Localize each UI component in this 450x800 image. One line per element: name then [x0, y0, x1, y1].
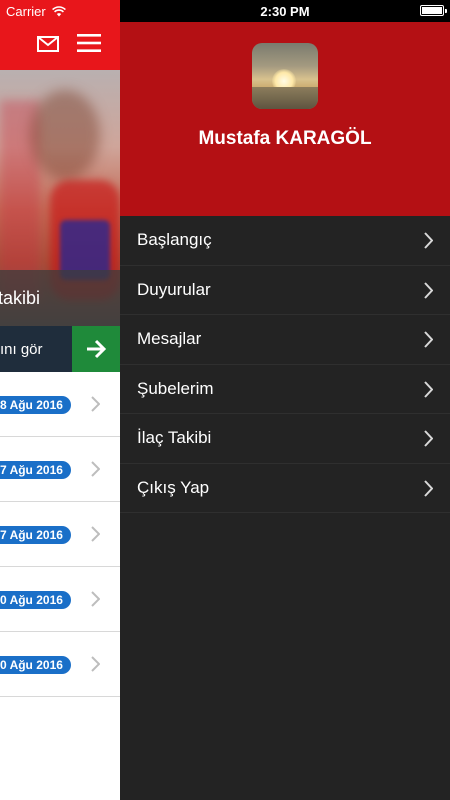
- chevron-right-icon: [424, 479, 433, 497]
- chevron-right-icon: [91, 591, 100, 607]
- app-header: [0, 22, 120, 70]
- chevron-right-icon: [91, 656, 100, 672]
- notice-row[interactable]: 7 Ağu 2016: [0, 437, 120, 502]
- hamburger-menu-icon[interactable]: [77, 34, 101, 52]
- status-bar-right: 2:30 PM: [120, 0, 450, 22]
- menu-item-label: İlaç Takibi: [137, 428, 212, 448]
- arrow-right-icon: [87, 339, 107, 359]
- date-badge: 7 Ağu 2016: [0, 461, 71, 479]
- notice-row[interactable]: 0 Ağu 2016: [0, 632, 120, 697]
- menu-item-logout[interactable]: Çıkış Yap: [120, 464, 450, 513]
- menu-item-branches[interactable]: Şubelerim: [120, 365, 450, 414]
- date-badge: 0 Ağu 2016: [0, 591, 71, 609]
- user-name: Mustafa KARAGÖL: [198, 128, 372, 149]
- menu-item-label: Başlangıç: [137, 230, 212, 250]
- date-badge: 8 Ağu 2016: [0, 396, 71, 414]
- chevron-right-icon: [424, 430, 433, 447]
- notice-row[interactable]: 8 Ağu 2016: [0, 372, 120, 437]
- hero-caption-text: takibi: [0, 287, 41, 308]
- carrier-label: Carrier: [6, 3, 46, 19]
- battery-fill: [422, 7, 442, 14]
- menu-item-label: Şubelerim: [137, 378, 214, 398]
- notice-row[interactable]: 7 Ağu 2016: [0, 502, 120, 567]
- menu-item-messages[interactable]: Mesajlar: [120, 315, 450, 365]
- notice-row[interactable]: 0 Ağu 2016: [0, 567, 120, 632]
- avatar[interactable]: [252, 43, 318, 109]
- date-badge: 0 Ağu 2016: [0, 656, 71, 674]
- see-all-label: ını gör: [0, 340, 43, 358]
- chevron-right-icon: [91, 461, 100, 477]
- date-badge: 7 Ağu 2016: [0, 526, 71, 544]
- menu-item-announcements[interactable]: Duyurular: [120, 266, 450, 315]
- chevron-right-icon: [424, 380, 433, 398]
- side-drawer: Mustafa KARAGÖL Başlangıç Duyurular Mesa…: [120, 22, 450, 800]
- chevron-right-icon: [424, 281, 433, 299]
- wifi-icon: [51, 5, 66, 16]
- menu-item-medication-tracking[interactable]: İlaç Takibi: [120, 414, 450, 464]
- menu-item-label: Duyurular: [137, 279, 211, 299]
- hero-caption: takibi: [0, 270, 120, 326]
- chevron-right-icon: [424, 232, 433, 249]
- chevron-right-icon: [424, 331, 433, 348]
- menu-item-label: Çıkış Yap: [137, 477, 210, 497]
- main-page: takibi ını gör 8 Ağu 2016 7 Ağu 2016 7 A…: [0, 0, 120, 800]
- drawer-menu: Başlangıç Duyurular Mesajlar Şubelerim İ…: [120, 216, 450, 513]
- menu-item-home[interactable]: Başlangıç: [120, 216, 450, 266]
- chevron-right-icon: [91, 396, 100, 412]
- drawer-header: Mustafa KARAGÖL: [120, 22, 450, 216]
- see-all-button[interactable]: [72, 326, 120, 372]
- battery-icon: [420, 5, 447, 16]
- status-bar-left: Carrier: [0, 0, 120, 22]
- status-time: 2:30 PM: [260, 4, 310, 19]
- chevron-right-icon: [91, 526, 100, 542]
- see-all-bar[interactable]: ını gör: [0, 326, 72, 372]
- notice-list: 8 Ağu 2016 7 Ağu 2016 7 Ağu 2016 0 Ağu 2…: [0, 372, 120, 697]
- mail-icon[interactable]: [37, 36, 59, 52]
- menu-item-label: Mesajlar: [137, 329, 202, 349]
